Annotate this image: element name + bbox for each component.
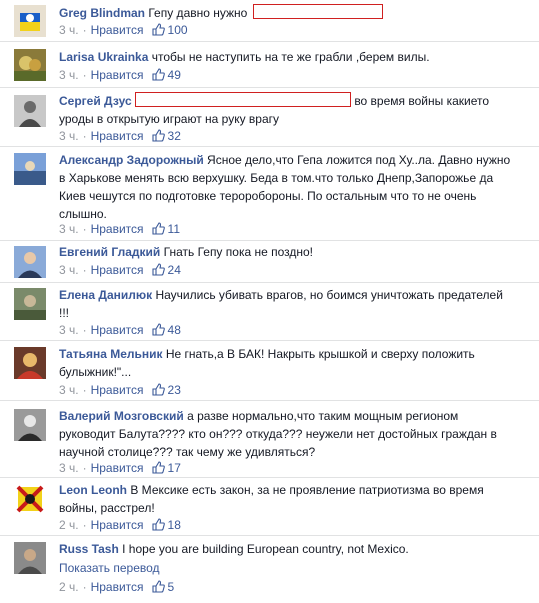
thumbs-up-icon	[151, 323, 165, 340]
comment-author[interactable]: Russ Tash	[59, 542, 119, 556]
comment-text: Гепу давно нужно	[148, 6, 248, 20]
like-button[interactable]: Нравится	[91, 383, 144, 397]
thumbs-up-icon	[151, 461, 165, 478]
like-count[interactable]: 100	[168, 23, 188, 37]
comment-time[interactable]: 2 ч.	[59, 518, 79, 532]
comment-time[interactable]: 3 ч.	[59, 68, 79, 82]
thumbs-up-icon	[151, 129, 165, 146]
like-count[interactable]: 48	[168, 323, 181, 337]
like-button[interactable]: Нравится	[91, 23, 144, 37]
like-count[interactable]: 23	[168, 383, 181, 397]
comment-text: I hope you are building European country…	[122, 542, 409, 556]
avatar[interactable]	[14, 95, 46, 127]
like-count[interactable]: 17	[168, 461, 181, 475]
show-translation-link[interactable]: Показать перевод	[59, 560, 160, 576]
comment: Сергей Дзус во время войны какието уроды…	[0, 87, 539, 146]
comment: Евгений Гладкий Гнать Гепу пока не поздн…	[0, 240, 539, 282]
comment: Russ Tash I hope you are building Europe…	[0, 535, 539, 603]
avatar[interactable]	[14, 409, 46, 441]
avatar[interactable]	[14, 288, 46, 320]
thumbs-up-icon	[151, 23, 165, 40]
like-button[interactable]: Нравится	[91, 263, 144, 277]
comment-text: чтобы не наступить на те же грабли ,бере…	[151, 50, 430, 64]
like-count[interactable]: 5	[168, 580, 175, 594]
comment-time[interactable]: 3 ч.	[59, 222, 79, 236]
like-count[interactable]: 11	[168, 222, 180, 236]
comment-time[interactable]: 3 ч.	[59, 323, 79, 337]
like-count[interactable]: 49	[168, 68, 181, 82]
comment-time[interactable]: 3 ч.	[59, 129, 79, 143]
comment: Валерий Мозговский а разве нормально,что…	[0, 400, 539, 477]
comment-author[interactable]: Евгений Гладкий	[59, 245, 160, 259]
comment-author[interactable]: Татьяна Мельник	[59, 347, 163, 361]
avatar[interactable]	[14, 153, 46, 185]
comment-author[interactable]: Валерий Мозговский	[59, 409, 184, 423]
comment: Greg Blindman Гепу давно нужно 3 ч. · Нрав…	[0, 0, 539, 40]
like-button[interactable]: Нравится	[91, 323, 144, 337]
like-button[interactable]: Нравится	[91, 68, 144, 82]
like-button[interactable]: Нравится	[91, 129, 144, 143]
thumbs-up-icon	[151, 222, 165, 239]
thumbs-up-icon	[151, 383, 165, 400]
avatar[interactable]	[14, 246, 46, 278]
comment-author[interactable]: Larisa Ukrainka	[59, 50, 148, 64]
like-button[interactable]: Нравится	[91, 222, 144, 236]
comment-author[interactable]: Елена Данилюк	[59, 288, 152, 302]
like-button[interactable]: Нравится	[91, 461, 144, 475]
like-button[interactable]: Нравится	[91, 518, 144, 532]
comment: Татьяна Мельник Не гнать,а В БАК! Накрыт…	[0, 340, 539, 400]
thumbs-up-icon	[151, 263, 165, 280]
like-button[interactable]: Нравится	[91, 580, 144, 594]
comment-author[interactable]: Сергей Дзус	[59, 94, 132, 108]
comment-author[interactable]: Александр Задорожный	[59, 153, 204, 167]
comment-time[interactable]: 2 ч.	[59, 580, 79, 594]
like-count[interactable]: 18	[168, 518, 181, 532]
comment: Leon Leonh В Мексике есть закон, за не п…	[0, 477, 539, 535]
thumbs-up-icon	[151, 580, 165, 597]
like-count[interactable]: 32	[168, 129, 181, 143]
thumbs-up-icon	[151, 68, 165, 85]
comment-time[interactable]: 3 ч.	[59, 23, 79, 37]
comment: Larisa Ukrainka чтобы не наступить на те…	[0, 41, 539, 87]
avatar[interactable]	[14, 5, 46, 37]
comment-author[interactable]: Leon Leonh	[59, 483, 127, 497]
comment-author[interactable]: Greg Blindman	[59, 6, 145, 20]
redacted-block	[134, 92, 351, 107]
comment: Елена Данилюк Научились убивать врагов, …	[0, 282, 539, 340]
comment-time[interactable]: 3 ч.	[59, 383, 79, 397]
redacted-block	[252, 4, 383, 19]
thumbs-up-icon	[151, 518, 165, 535]
avatar[interactable]	[14, 347, 46, 379]
avatar[interactable]	[14, 542, 46, 574]
avatar[interactable]	[14, 49, 46, 81]
comment-time[interactable]: 3 ч.	[59, 263, 79, 277]
comment: Александр Задорожный Ясное дело,что Гепа…	[0, 146, 539, 240]
like-count[interactable]: 24	[168, 263, 181, 277]
avatar[interactable]	[14, 483, 46, 515]
comment-time[interactable]: 3 ч.	[59, 461, 79, 475]
comment-text: Гнать Гепу пока не поздно!	[163, 245, 314, 259]
